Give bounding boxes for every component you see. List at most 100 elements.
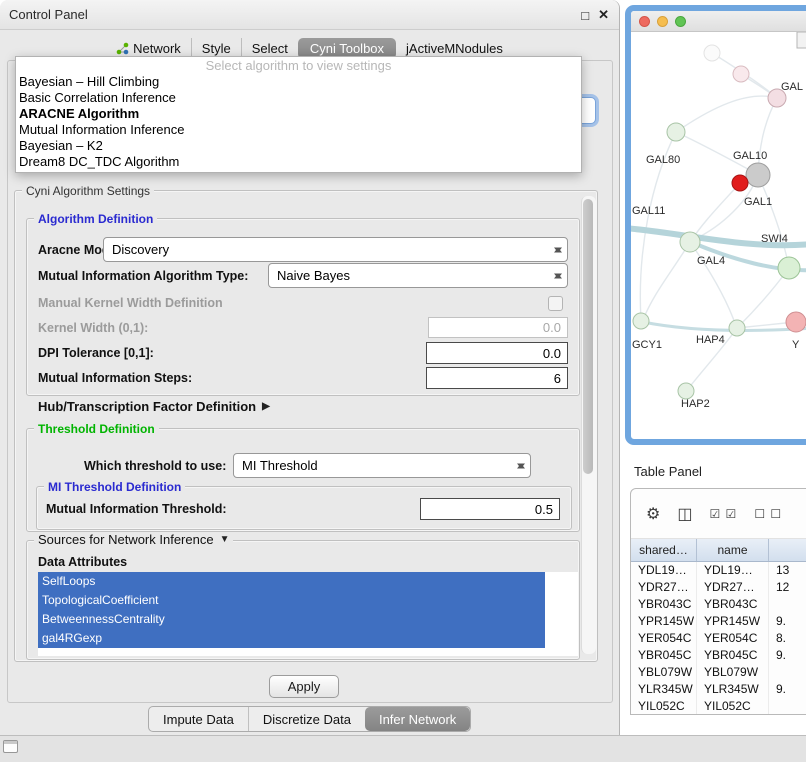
table-row[interactable]: YBL079W YBL079W: [631, 664, 806, 681]
cell[interactable]: YLR345W: [631, 681, 697, 698]
combo-arrows-icon: [554, 243, 562, 256]
cell[interactable]: YIL052C: [697, 698, 769, 715]
network-edge: [676, 96, 777, 132]
dropdown-item[interactable]: Dream8 DC_TDC Algorithm: [16, 154, 581, 170]
minimize-button[interactable]: [657, 16, 668, 27]
cell[interactable]: 8.: [769, 630, 806, 647]
table-row[interactable]: YER054C YER054C 8.: [631, 630, 806, 647]
cell[interactable]: 13: [769, 562, 806, 579]
network-node-gal80[interactable]: [667, 123, 685, 141]
columns-icon[interactable]: ◫: [677, 504, 692, 524]
column-header-name[interactable]: name: [697, 539, 769, 561]
network-node[interactable]: [786, 312, 806, 332]
network-node-gal4[interactable]: [680, 232, 700, 252]
network-node-hap2[interactable]: [678, 383, 694, 399]
cell[interactable]: YPR145W: [697, 613, 769, 630]
network-window-titlebar: [631, 11, 806, 32]
zoom-button[interactable]: [675, 16, 686, 27]
cell[interactable]: 9.: [769, 647, 806, 664]
network-node-hap4[interactable]: [729, 320, 745, 336]
dropdown-item[interactable]: Mutual Information Inference: [16, 122, 581, 138]
table-row[interactable]: YPR145W YPR145W 9.: [631, 613, 806, 630]
network-node[interactable]: [778, 257, 800, 279]
cell[interactable]: YDR27…: [697, 579, 769, 596]
hub-definition-label: Hub/Transcription Factor Definition: [38, 399, 256, 414]
table-row[interactable]: YDL19… YDL19… 13: [631, 562, 806, 579]
tab-impute-data[interactable]: Impute Data: [149, 707, 248, 731]
network-view-window: GAL GAL80 GAL10 GAL11 GAL1 SWI4 GAL4 GCY…: [625, 5, 806, 445]
cell[interactable]: YPR145W: [631, 613, 697, 630]
column-header-shared-name[interactable]: shared…: [631, 539, 697, 561]
bottom-dock-strip: [0, 735, 806, 762]
apply-button[interactable]: Apply: [269, 675, 339, 698]
dropdown-item[interactable]: Bayesian – Hill Climbing: [16, 74, 581, 90]
dropdown-item[interactable]: Bayesian – K2: [16, 138, 581, 154]
window-title: Control Panel: [0, 7, 88, 22]
cell[interactable]: YBR043C: [631, 596, 697, 613]
cell[interactable]: [769, 664, 806, 681]
network-node-selected-red[interactable]: [732, 175, 748, 191]
deselect-all-icon[interactable]: ☐ ☐: [754, 507, 782, 521]
table-panel-toolbar: ⚙ ◫ ☑ ☑ ☐ ☐: [631, 489, 806, 539]
cell[interactable]: 12: [769, 579, 806, 596]
gear-icon[interactable]: ⚙: [646, 504, 660, 524]
cell[interactable]: YDL19…: [697, 562, 769, 579]
cell[interactable]: YBL079W: [631, 664, 697, 681]
table-row[interactable]: YLR345W YLR345W 9.: [631, 681, 806, 698]
network-node[interactable]: [704, 45, 720, 61]
node-label: GAL4: [697, 255, 725, 267]
cell[interactable]: YIL052C: [631, 698, 697, 715]
network-edge: [643, 242, 690, 320]
network-node[interactable]: [733, 66, 749, 82]
close-button[interactable]: [639, 16, 650, 27]
mi-type-combo[interactable]: Naive Bayes: [268, 263, 568, 288]
attribute-item-selected[interactable]: TopologicalCoefficient: [38, 591, 545, 610]
mi-steps-input[interactable]: [426, 367, 568, 389]
cell[interactable]: YLR345W: [697, 681, 769, 698]
dropdown-placeholder: Select algorithm to view settings: [16, 57, 581, 74]
table-row[interactable]: YBR043C YBR043C: [631, 596, 806, 613]
cell[interactable]: 9.: [769, 613, 806, 630]
attribute-item-selected[interactable]: gal4RGexp: [38, 629, 545, 648]
select-all-icon[interactable]: ☑ ☑: [709, 507, 737, 521]
cell[interactable]: YDL19…: [631, 562, 697, 579]
cell[interactable]: YBR045C: [697, 647, 769, 664]
dropdown-item[interactable]: Basic Correlation Inference: [16, 90, 581, 106]
network-node-gcy1[interactable]: [633, 313, 649, 329]
cell[interactable]: [769, 596, 806, 613]
column-header[interactable]: [769, 539, 806, 561]
tab-discretize-data[interactable]: Discretize Data: [248, 707, 365, 731]
tab-infer-network[interactable]: Infer Network: [365, 707, 470, 731]
aracne-mode-combo[interactable]: Discovery: [103, 237, 568, 262]
birdseye-toggle[interactable]: [797, 32, 806, 48]
node-label: GAL11: [632, 205, 665, 217]
table-panel-title: Table Panel: [634, 464, 702, 479]
attribute-item-selected[interactable]: SelfLoops: [38, 572, 545, 591]
collapsed-panel-icon[interactable]: [3, 740, 18, 753]
table-row[interactable]: YDR27… YDR27… 12: [631, 579, 806, 596]
mi-type-value: Naive Bayes: [277, 268, 350, 283]
network-node-gal10[interactable]: [746, 163, 770, 187]
attribute-item-selected[interactable]: BetweennessCentrality: [38, 610, 545, 629]
cell[interactable]: YBR043C: [697, 596, 769, 613]
hub-definition-disclosure[interactable]: Hub/Transcription Factor Definition ▶: [38, 399, 270, 414]
float-window-icon[interactable]: □: [581, 8, 589, 23]
settings-scrollbar-thumb[interactable]: [583, 199, 593, 474]
sources-disclosure[interactable]: Sources for Network Inference ▼: [34, 532, 233, 547]
table-row[interactable]: YIL052C YIL052C: [631, 698, 806, 715]
cell[interactable]: 9.: [769, 681, 806, 698]
cell[interactable]: YER054C: [697, 630, 769, 647]
which-threshold-combo[interactable]: MI Threshold: [233, 453, 531, 478]
network-canvas[interactable]: GAL GAL80 GAL10 GAL11 GAL1 SWI4 GAL4 GCY…: [631, 32, 806, 440]
cell[interactable]: YBR045C: [631, 647, 697, 664]
dpi-tolerance-input[interactable]: [426, 342, 568, 364]
cell[interactable]: YER054C: [631, 630, 697, 647]
sources-group-title: Sources for Network Inference: [38, 532, 214, 547]
cell[interactable]: YBL079W: [697, 664, 769, 681]
cell[interactable]: [769, 698, 806, 715]
close-icon[interactable]: ✕: [598, 7, 609, 23]
mi-threshold-input[interactable]: [420, 498, 560, 520]
table-row[interactable]: YBR045C YBR045C 9.: [631, 647, 806, 664]
cell[interactable]: YDR27…: [631, 579, 697, 596]
dropdown-item-selected[interactable]: ARACNE Algorithm: [16, 106, 581, 122]
